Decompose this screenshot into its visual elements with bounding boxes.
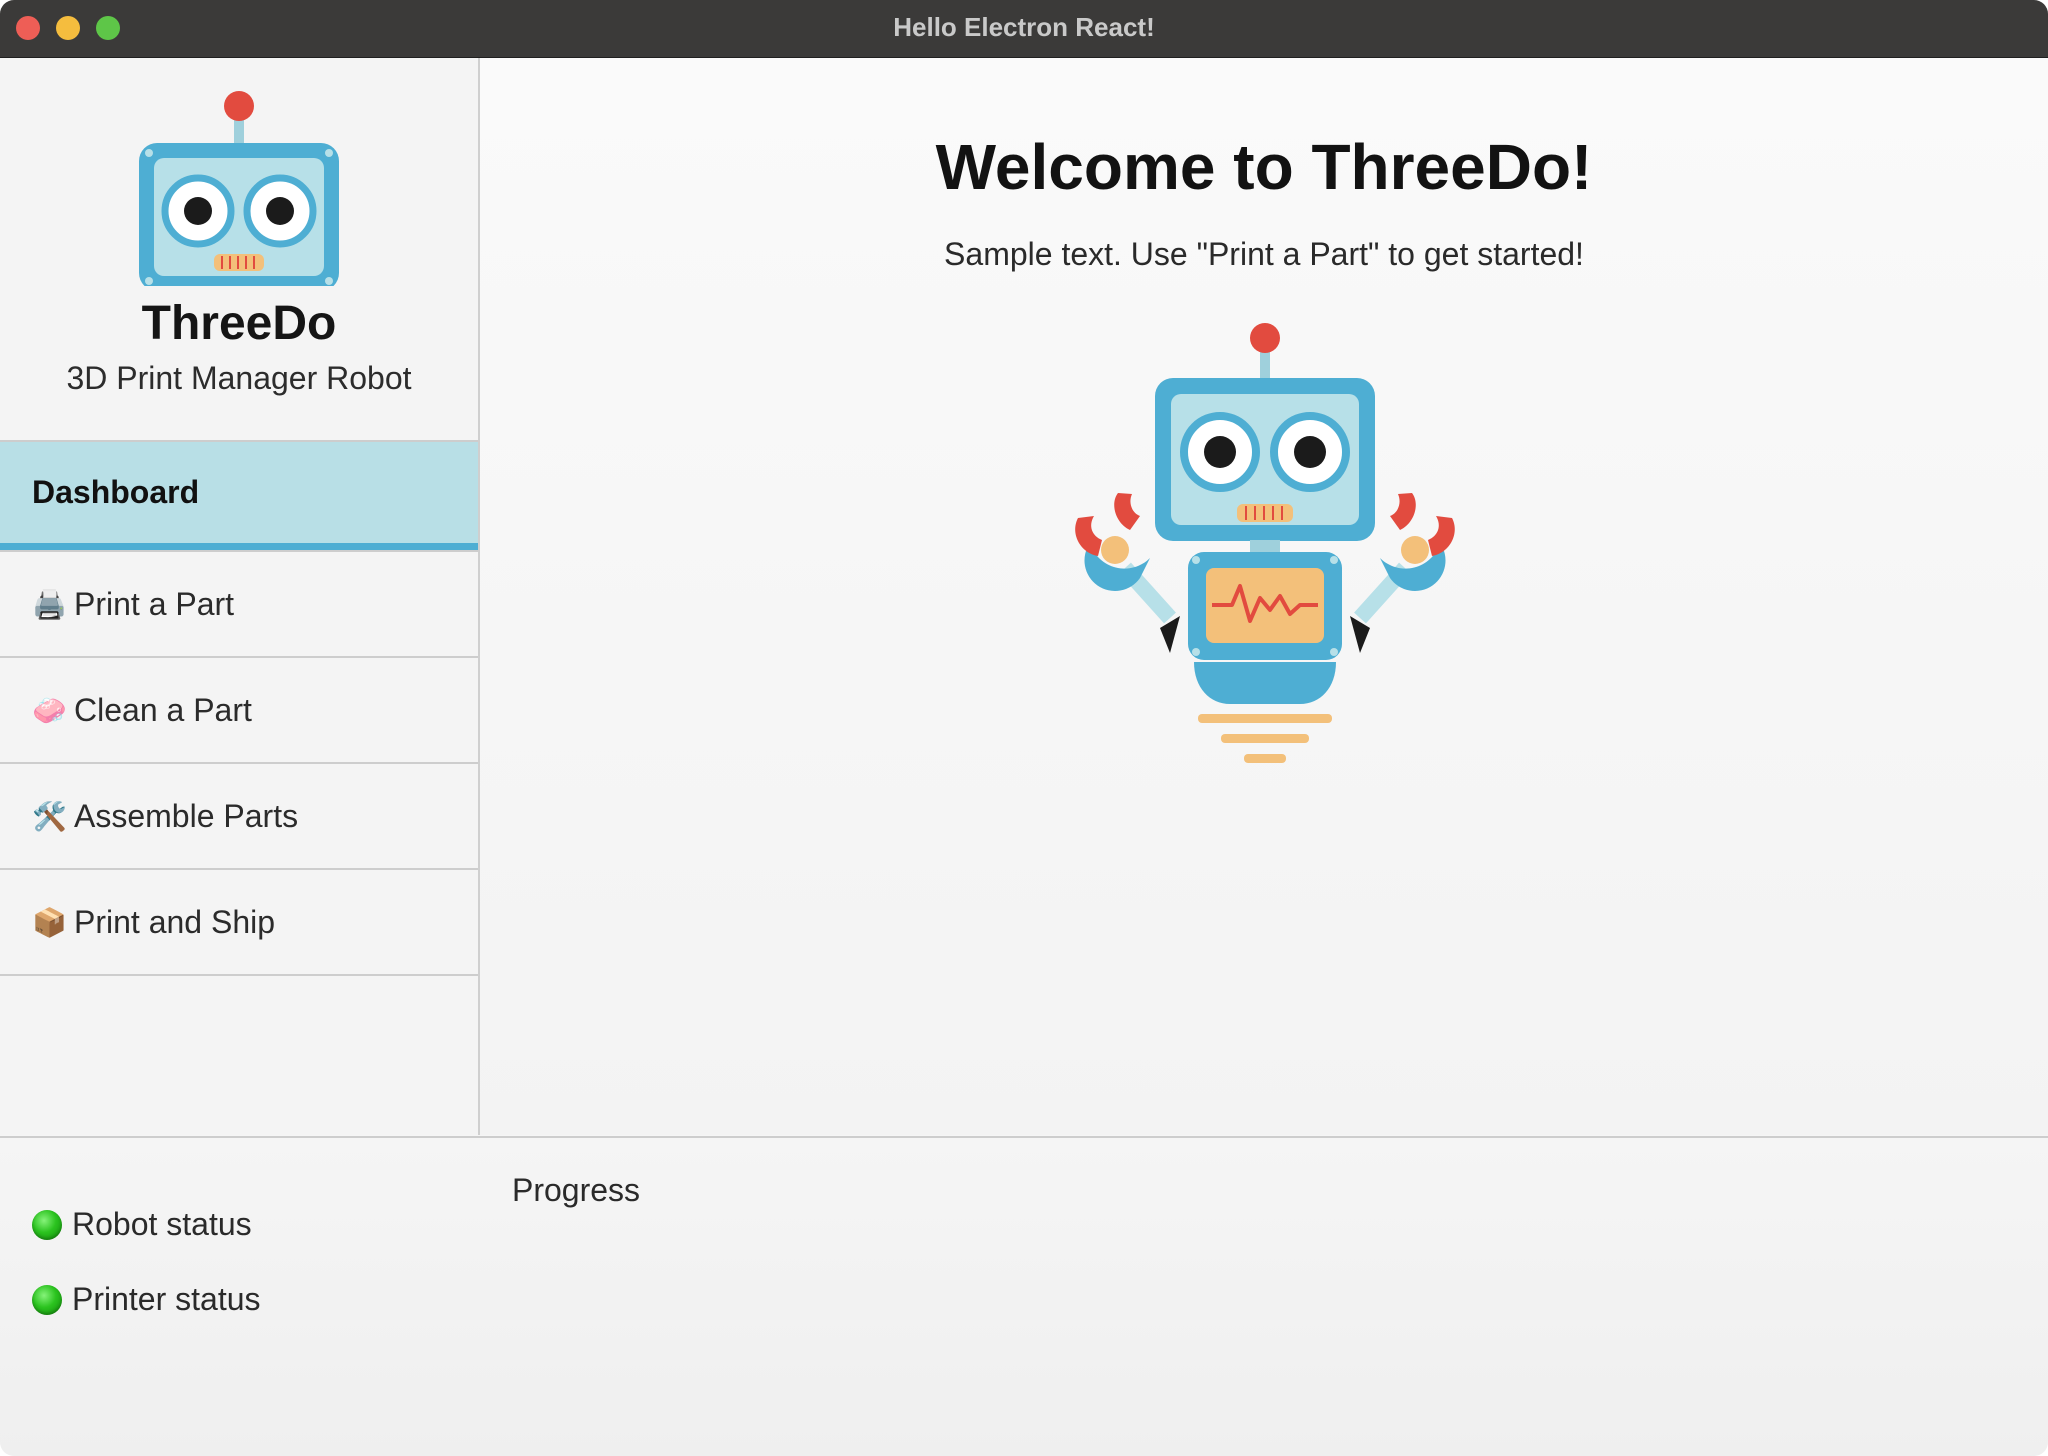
robot-full-icon [1075,323,1455,763]
sidebar-item-print-and-ship[interactable]: 📦 Print and Ship [0,868,478,974]
app-window: Hello Electron React! ThreeDo 3D Print M… [0,0,2048,1456]
tools-icon: 🛠️ [32,800,67,832]
robot-status-label: Robot status [72,1206,252,1242]
sidebar-item-assemble-parts[interactable]: 🛠️ Assemble Parts [0,762,478,868]
soap-icon: 🧼 [32,694,67,726]
main-content: Welcome to ThreeDo! Sample text. Use "Pr… [480,58,2048,1135]
nav-divider [0,974,478,976]
page-title: Welcome to ThreeDo! [935,131,1593,203]
sidebar-item-print-a-part[interactable]: 🖨️ Print a Part [0,550,478,656]
sidebar-item-label: Clean a Part [74,691,252,728]
sidebar-item-label: Dashboard [32,474,200,510]
sidebar-item-label: Print and Ship [74,903,276,940]
status-footer: Robot status Printer status Progress [0,1136,2048,1456]
printer-status: Printer status [32,1281,261,1318]
package-icon: 📦 [32,906,67,938]
sidebar-item-label: Print a Part [74,585,235,622]
title-bar[interactable]: Hello Electron React! [0,0,2048,58]
green-dot-icon [32,1284,62,1315]
robot-status: Robot status [32,1206,252,1243]
brand: ThreeDo 3D Print Manager Robot [0,58,478,440]
progress-label: Progress [512,1172,641,1208]
sidebar: ThreeDo 3D Print Manager Robot Dashboard… [0,58,480,1135]
app-name: ThreeDo [141,297,337,350]
robot-head-icon [139,91,339,286]
sidebar-nav: Dashboard 🖨️ Print a Part 🧼 Clean a Part… [0,440,478,976]
printer-icon: 🖨️ [32,588,67,620]
app-tagline: 3D Print Manager Robot [66,360,412,396]
page-subtitle: Sample text. Use "Print a Part" to get s… [944,236,1584,272]
sidebar-item-clean-a-part[interactable]: 🧼 Clean a Part [0,656,478,762]
window-title: Hello Electron React! [893,12,1155,42]
sidebar-item-label: Assemble Parts [74,797,299,834]
printer-status-label: Printer status [72,1281,261,1317]
sidebar-item-dashboard[interactable]: Dashboard [0,440,478,550]
green-dot-icon [32,1209,62,1240]
